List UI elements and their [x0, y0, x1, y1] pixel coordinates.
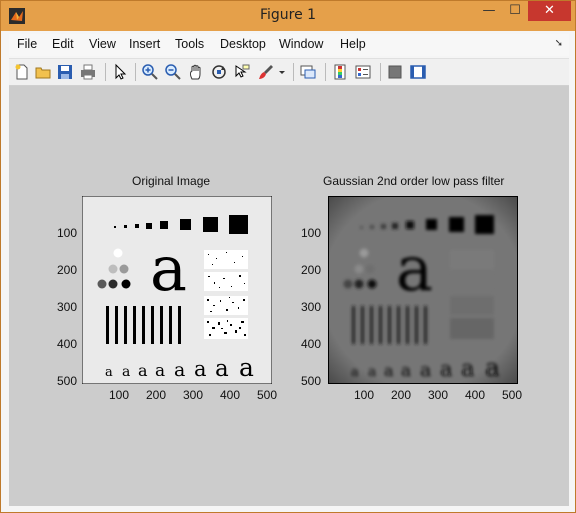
- glyph-small-blurred: a: [420, 359, 431, 381]
- glyph-small: a: [155, 361, 165, 381]
- brush-dropdown-icon[interactable]: [277, 63, 287, 81]
- glyph-small: a: [194, 357, 207, 381]
- toolbar-separator: [293, 63, 294, 81]
- glyph-small: a: [215, 356, 229, 382]
- y-tick: 400: [301, 337, 322, 351]
- menu-file[interactable]: File: [17, 37, 37, 51]
- rotate-3d-icon[interactable]: [210, 63, 228, 81]
- glyph-small: a: [122, 364, 130, 380]
- close-button[interactable]: ✕: [528, 1, 571, 21]
- menu-view[interactable]: View: [89, 37, 116, 51]
- figure-toolbar: [9, 58, 569, 86]
- y-tick: 100: [57, 226, 78, 240]
- close-icon: ✕: [544, 3, 555, 18]
- glyph-small-blurred: a: [461, 356, 475, 382]
- pan-icon[interactable]: [187, 63, 205, 81]
- brush-icon[interactable]: [257, 63, 275, 81]
- figure-canvas[interactable]: Original Image a a a a a a a a a 100 200…: [9, 86, 569, 506]
- glyph-small-blurred: a: [401, 361, 411, 381]
- glyph-small: a: [138, 361, 148, 380]
- menu-help[interactable]: Help: [340, 37, 366, 51]
- maximize-button[interactable]: ☐: [502, 1, 528, 21]
- original-image[interactable]: a a a a a a a a a: [82, 196, 272, 384]
- y-tick: 200: [301, 263, 322, 277]
- y-tick: 500: [301, 374, 322, 388]
- menu-edit[interactable]: Edit: [52, 37, 74, 51]
- menu-tools[interactable]: Tools: [175, 37, 204, 51]
- glyph-small-blurred: a: [440, 357, 453, 381]
- print-icon[interactable]: [79, 63, 97, 81]
- y-tick: 300: [301, 300, 322, 314]
- x-tick: 500: [257, 388, 278, 402]
- minimize-button[interactable]: —: [476, 1, 502, 21]
- new-figure-icon[interactable]: [13, 63, 31, 81]
- figure-window: Figure 1 — ☐ ✕ File Edit View Insert Too…: [0, 0, 576, 513]
- legend-icon[interactable]: [354, 63, 372, 81]
- save-icon[interactable]: [56, 63, 74, 81]
- x-tick: 100: [109, 388, 130, 402]
- glyph-small-blurred: a: [485, 353, 500, 382]
- hide-plot-tools-icon[interactable]: [386, 63, 404, 81]
- maximize-icon: ☐: [509, 3, 521, 18]
- link-plot-icon[interactable]: [299, 63, 317, 81]
- zoom-in-icon[interactable]: [141, 63, 159, 81]
- glyph-small: a: [105, 365, 113, 380]
- glyph-small: a: [239, 353, 254, 382]
- dock-arrow-icon[interactable]: ➘: [555, 38, 563, 49]
- zoom-out-icon[interactable]: [164, 63, 182, 81]
- toolbar-separator: [325, 63, 326, 81]
- open-file-icon[interactable]: [34, 63, 52, 81]
- plot-title-filtered: Gaussian 2nd order low pass filter: [323, 174, 505, 188]
- glyph-small-blurred: a: [351, 365, 359, 380]
- x-tick: 300: [428, 388, 449, 402]
- plot-title-original: Original Image: [132, 174, 211, 188]
- x-tick: 100: [354, 388, 375, 402]
- colorbar-icon[interactable]: [331, 63, 349, 81]
- data-cursor-icon[interactable]: [233, 63, 251, 81]
- toolbar-separator: [380, 63, 381, 81]
- glyph-large: a: [150, 232, 187, 305]
- x-tick: 400: [220, 388, 241, 402]
- toolbar-separator: [105, 63, 106, 81]
- glyph-small-blurred: a: [384, 361, 394, 380]
- y-tick: 500: [57, 374, 78, 388]
- x-tick: 300: [183, 388, 204, 402]
- y-tick: 100: [301, 226, 322, 240]
- y-tick: 400: [57, 337, 78, 351]
- filtered-image[interactable]: a a a a a a a a a: [328, 196, 518, 384]
- menu-window[interactable]: Window: [279, 37, 323, 51]
- x-tick: 200: [146, 388, 167, 402]
- menu-insert[interactable]: Insert: [129, 37, 160, 51]
- y-tick: 200: [57, 263, 78, 277]
- glyph-large-blurred: a: [396, 232, 433, 305]
- x-tick: 400: [465, 388, 486, 402]
- menu-bar: File Edit View Insert Tools Desktop Wind…: [9, 34, 569, 56]
- menu-desktop[interactable]: Desktop: [220, 37, 266, 51]
- minimize-icon: —: [482, 3, 496, 18]
- glyph-small-blurred: a: [368, 364, 376, 380]
- x-tick: 200: [391, 388, 412, 402]
- x-tick: 500: [502, 388, 523, 402]
- toolbar-separator: [135, 63, 136, 81]
- pointer-icon[interactable]: [111, 63, 129, 81]
- y-tick: 300: [57, 300, 78, 314]
- show-plot-tools-icon[interactable]: [409, 63, 427, 81]
- glyph-small: a: [174, 359, 185, 381]
- title-bar[interactable]: Figure 1 — ☐ ✕: [1, 1, 575, 31]
